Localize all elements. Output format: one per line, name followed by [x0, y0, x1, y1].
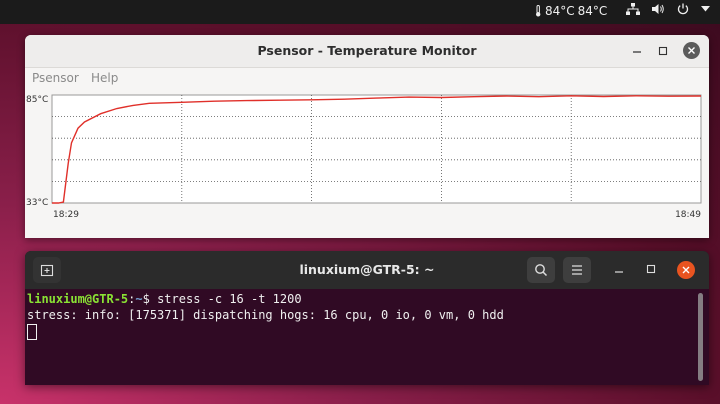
- psensor-title: Psensor - Temperature Monitor: [25, 35, 709, 68]
- command-line: linuxium@GTR-5:~$ stress -c 16 -t 1200: [27, 291, 697, 307]
- terminal-output[interactable]: linuxium@GTR-5:~$ stress -c 16 -t 1200 s…: [27, 291, 697, 385]
- terminal-title: linuxium@GTR-5: ~: [299, 262, 435, 277]
- power-icon[interactable]: [677, 3, 689, 15]
- terminal-minimize-button[interactable]: [613, 262, 625, 279]
- network-icon[interactable]: [626, 3, 640, 15]
- thermometer-icon: [534, 5, 542, 17]
- psensor-window: Psensor - Temperature Monitor Psensor He…: [25, 35, 709, 238]
- terminal-headerbar: linuxium@GTR-5: ~: [25, 251, 709, 289]
- close-button[interactable]: [683, 42, 700, 59]
- plot-area: [51, 94, 702, 204]
- prompt-user: linuxium@GTR-5: [27, 292, 129, 306]
- terminal-maximize-button[interactable]: [645, 262, 657, 279]
- terminal-scrollbar[interactable]: [698, 293, 703, 381]
- x-axis-end-label: 18:49: [675, 210, 701, 220]
- command-text: stress -c 16 -t 1200: [157, 292, 302, 306]
- volume-icon[interactable]: [652, 3, 665, 15]
- terminal-close-button[interactable]: [677, 261, 695, 279]
- x-axis-start-label: 18:29: [53, 210, 79, 220]
- top-panel: 84°C 84°C: [0, 0, 720, 24]
- prompt-dollar: $: [142, 292, 158, 306]
- y-axis-max-label: 85°C: [26, 95, 48, 105]
- y-axis-min-label: 33°C: [26, 198, 48, 208]
- maximize-button[interactable]: [655, 43, 671, 59]
- output-line: stress: info: [175371] dispatching hogs:…: [27, 308, 504, 322]
- terminal-window: linuxium@GTR-5: ~ linuxium@GTR-5:~$ stre…: [25, 251, 709, 385]
- hamburger-menu-button[interactable]: [563, 257, 591, 283]
- chevron-down-icon[interactable]: [701, 6, 710, 12]
- minimize-button[interactable]: [629, 43, 645, 59]
- temperature-chart: 85°C 33°C 18:29 18:49: [26, 94, 702, 220]
- temperature-value-2: 84°C: [577, 4, 608, 18]
- menu-bar: Psensor Help: [25, 68, 709, 90]
- menu-help[interactable]: Help: [91, 71, 118, 85]
- menu-psensor[interactable]: Psensor: [32, 71, 79, 85]
- text-cursor: [27, 323, 37, 340]
- prompt-path: ~: [135, 292, 143, 306]
- search-button[interactable]: [527, 257, 555, 283]
- cursor-line: [27, 323, 697, 340]
- temperature-indicator[interactable]: 84°C 84°C: [534, 4, 607, 18]
- temperature-value-1: 84°C: [545, 4, 575, 18]
